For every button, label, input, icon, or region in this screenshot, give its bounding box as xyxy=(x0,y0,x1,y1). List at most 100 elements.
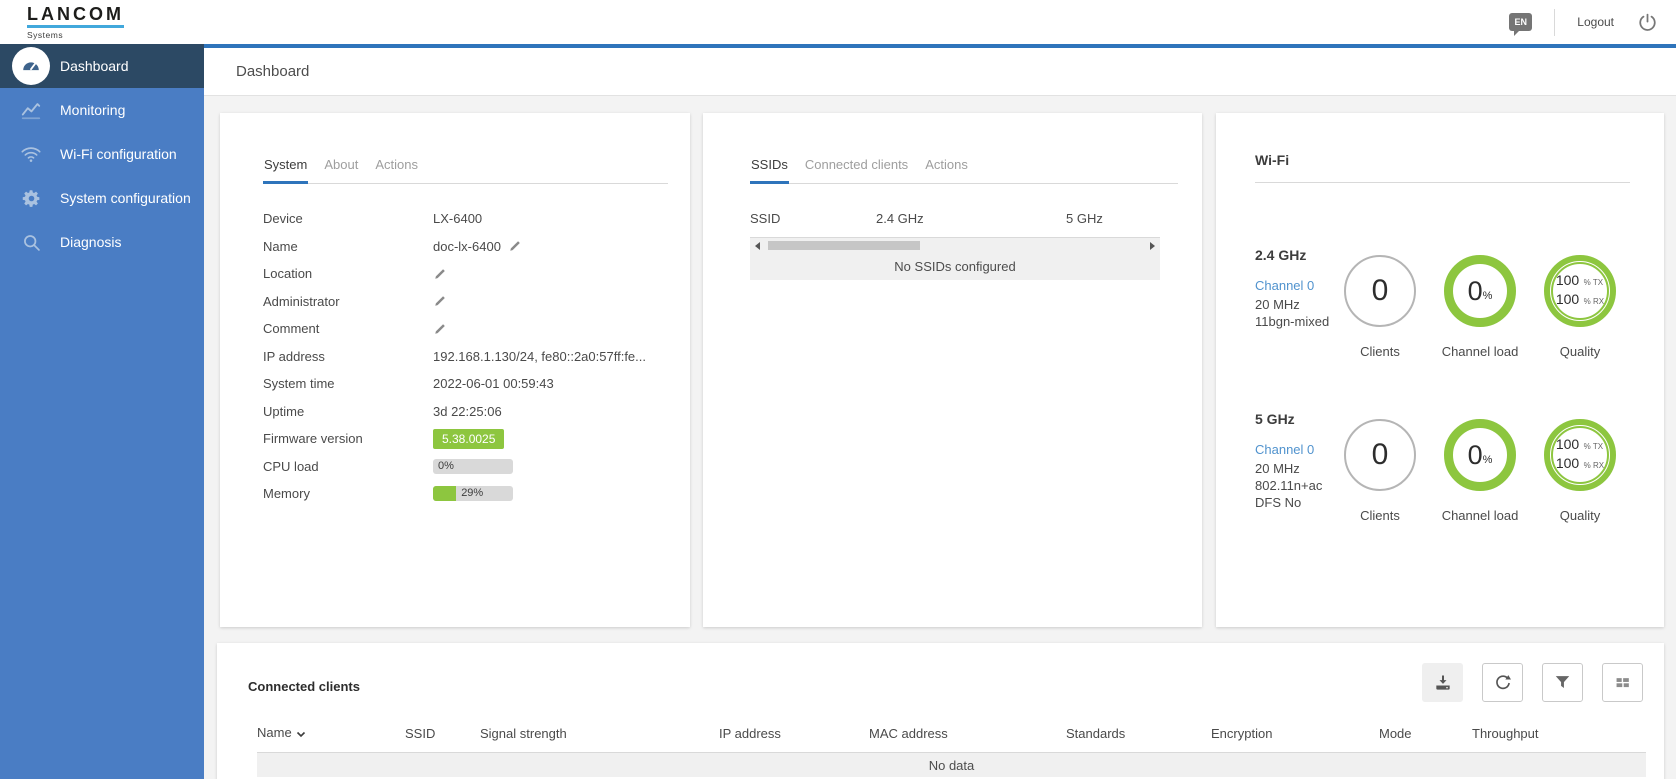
sidebar-item-label: System configuration xyxy=(60,190,191,206)
tab-system[interactable]: System xyxy=(263,157,308,184)
system-row-firmware: Firmware version 5.38.0025 xyxy=(263,425,668,453)
header-divider xyxy=(1554,9,1555,36)
system-card-tabs: System About Actions xyxy=(263,157,668,184)
edit-pencil-icon[interactable] xyxy=(508,239,522,253)
band-name: 2.4 GHz xyxy=(1255,247,1330,263)
gauge-label: Channel load xyxy=(1442,508,1519,523)
connected-clients-table: Name SSID Signal strength IP address MAC… xyxy=(257,725,1646,777)
horizontal-scrollbar xyxy=(750,238,1160,253)
connected-clients-top: Connected clients xyxy=(217,643,1664,702)
grid-view-button[interactable] xyxy=(1602,663,1643,702)
sidebar-item-label: Dashboard xyxy=(60,58,129,74)
channel-load-unit: % xyxy=(1483,454,1493,466)
row-label: Name xyxy=(263,239,433,254)
channel-link[interactable]: Channel 0 xyxy=(1255,442,1330,457)
sidebar-item-monitoring[interactable]: Monitoring xyxy=(0,88,204,132)
row-label: Uptime xyxy=(263,404,433,419)
line-chart-icon xyxy=(12,91,50,129)
scroll-left-arrow-icon[interactable] xyxy=(755,242,760,250)
column-encryption: Encryption xyxy=(1211,726,1379,741)
column-2-4ghz: 2.4 GHz xyxy=(876,211,1066,226)
gauge-label: Quality xyxy=(1560,508,1600,523)
sidebar: Dashboard Monitoring Wi-Fi configuration xyxy=(0,44,204,779)
filter-icon xyxy=(1553,673,1572,692)
refresh-button[interactable] xyxy=(1482,663,1523,702)
connected-clients-card: Connected clients xyxy=(217,643,1664,779)
sidebar-item-label: Wi-Fi configuration xyxy=(60,146,177,162)
band-info: 5 GHz Channel 0 20 MHz 802.11n+ac DFS No xyxy=(1255,411,1330,523)
app-header: LANCOM Systems EN Logout xyxy=(0,0,1676,44)
logout-button[interactable]: Logout xyxy=(1577,15,1614,29)
scrollbar-track[interactable] xyxy=(764,241,1146,250)
scroll-right-arrow-icon[interactable] xyxy=(1150,242,1155,250)
band-detail: DFS No xyxy=(1255,494,1330,511)
gauge-icon xyxy=(12,47,50,85)
table-toolbar xyxy=(1422,663,1643,702)
clients-count: 0 xyxy=(1372,274,1389,308)
row-label: Device xyxy=(263,211,433,226)
power-icon[interactable] xyxy=(1636,11,1658,33)
quality-rx-unit: % RX xyxy=(1584,297,1604,306)
channel-load-gauge: 0 % Channel load xyxy=(1430,247,1530,359)
sidebar-item-system-configuration[interactable]: System configuration xyxy=(0,176,204,220)
sidebar-item-dashboard[interactable]: Dashboard xyxy=(0,44,204,88)
cpu-load-value: 0% xyxy=(438,459,454,474)
tab-actions[interactable]: Actions xyxy=(374,157,419,183)
edit-pencil-icon[interactable] xyxy=(433,322,447,336)
system-card: System About Actions Device LX-6400 Name… xyxy=(220,113,690,627)
row-value: 3d 22:25:06 xyxy=(433,404,502,419)
quality-rx-unit: % RX xyxy=(1584,461,1604,470)
ssid-empty-zone: No SSIDs configured xyxy=(750,238,1160,280)
ssids-card: SSIDs Connected clients Actions SSID 2.4… xyxy=(703,113,1202,627)
download-icon xyxy=(1433,673,1453,693)
column-name[interactable]: Name xyxy=(257,725,405,741)
filter-button[interactable] xyxy=(1542,663,1583,702)
language-badge[interactable]: EN xyxy=(1509,13,1532,31)
memory-bar: 29% xyxy=(433,486,513,501)
no-data-row: No data xyxy=(257,753,1646,777)
wifi-band-5ghz: 5 GHz Channel 0 20 MHz 802.11n+ac DFS No… xyxy=(1216,411,1664,523)
gear-icon xyxy=(12,179,50,217)
main-area: Dashboard System About Actions Device LX… xyxy=(204,48,1676,779)
sort-descending-icon xyxy=(296,726,306,741)
wifi-icon xyxy=(12,135,50,173)
column-5ghz: 5 GHz xyxy=(1066,211,1103,226)
memory-bar-fill xyxy=(433,486,456,501)
scrollbar-thumb[interactable] xyxy=(768,241,920,250)
channel-load-unit: % xyxy=(1483,290,1493,302)
firmware-version-badge: 5.38.0025 xyxy=(433,429,504,449)
wifi-band-2-4ghz: 2.4 GHz Channel 0 20 MHz 11bgn-mixed 0 C… xyxy=(1216,247,1664,359)
system-row-uptime: Uptime 3d 22:25:06 xyxy=(263,398,668,426)
band-detail: 11bgn-mixed xyxy=(1255,313,1330,330)
row-label: Location xyxy=(263,266,433,281)
ssid-empty-message: No SSIDs configured xyxy=(750,253,1160,280)
system-info-list: Device LX-6400 Name doc-lx-6400 Location… xyxy=(263,205,668,508)
dashboard-content: System About Actions Device LX-6400 Name… xyxy=(204,96,1676,779)
row-label: Memory xyxy=(263,486,433,501)
page-title: Dashboard xyxy=(236,63,309,80)
connected-clients-title: Connected clients xyxy=(248,679,360,694)
tab-actions[interactable]: Actions xyxy=(924,157,969,183)
channel-load-value: 0 xyxy=(1468,276,1483,307)
band-detail: 20 MHz xyxy=(1255,460,1330,477)
tab-ssids[interactable]: SSIDs xyxy=(750,157,789,184)
logo-sub-text: Systems xyxy=(27,30,124,40)
tab-connected-clients[interactable]: Connected clients xyxy=(804,157,909,183)
edit-pencil-icon[interactable] xyxy=(433,294,447,308)
sidebar-item-wifi-configuration[interactable]: Wi-Fi configuration xyxy=(0,132,204,176)
channel-link[interactable]: Channel 0 xyxy=(1255,278,1330,293)
system-row-device: Device LX-6400 xyxy=(263,205,668,233)
memory-value: 29% xyxy=(461,486,483,501)
tab-about[interactable]: About xyxy=(323,157,359,183)
clients-count: 0 xyxy=(1372,438,1389,472)
header-actions: EN Logout xyxy=(1509,9,1658,36)
sidebar-item-diagnosis[interactable]: Diagnosis xyxy=(0,220,204,264)
row-value: LX-6400 xyxy=(433,211,482,226)
gauge-label: Quality xyxy=(1560,344,1600,359)
download-button[interactable] xyxy=(1422,663,1463,702)
column-mac-address: MAC address xyxy=(869,726,1066,741)
page-title-bar: Dashboard xyxy=(204,48,1676,96)
edit-pencil-icon[interactable] xyxy=(433,267,447,281)
row-value: doc-lx-6400 xyxy=(433,239,501,254)
quality-gauge: 100 % TX 100 % RX Quality xyxy=(1530,411,1630,523)
